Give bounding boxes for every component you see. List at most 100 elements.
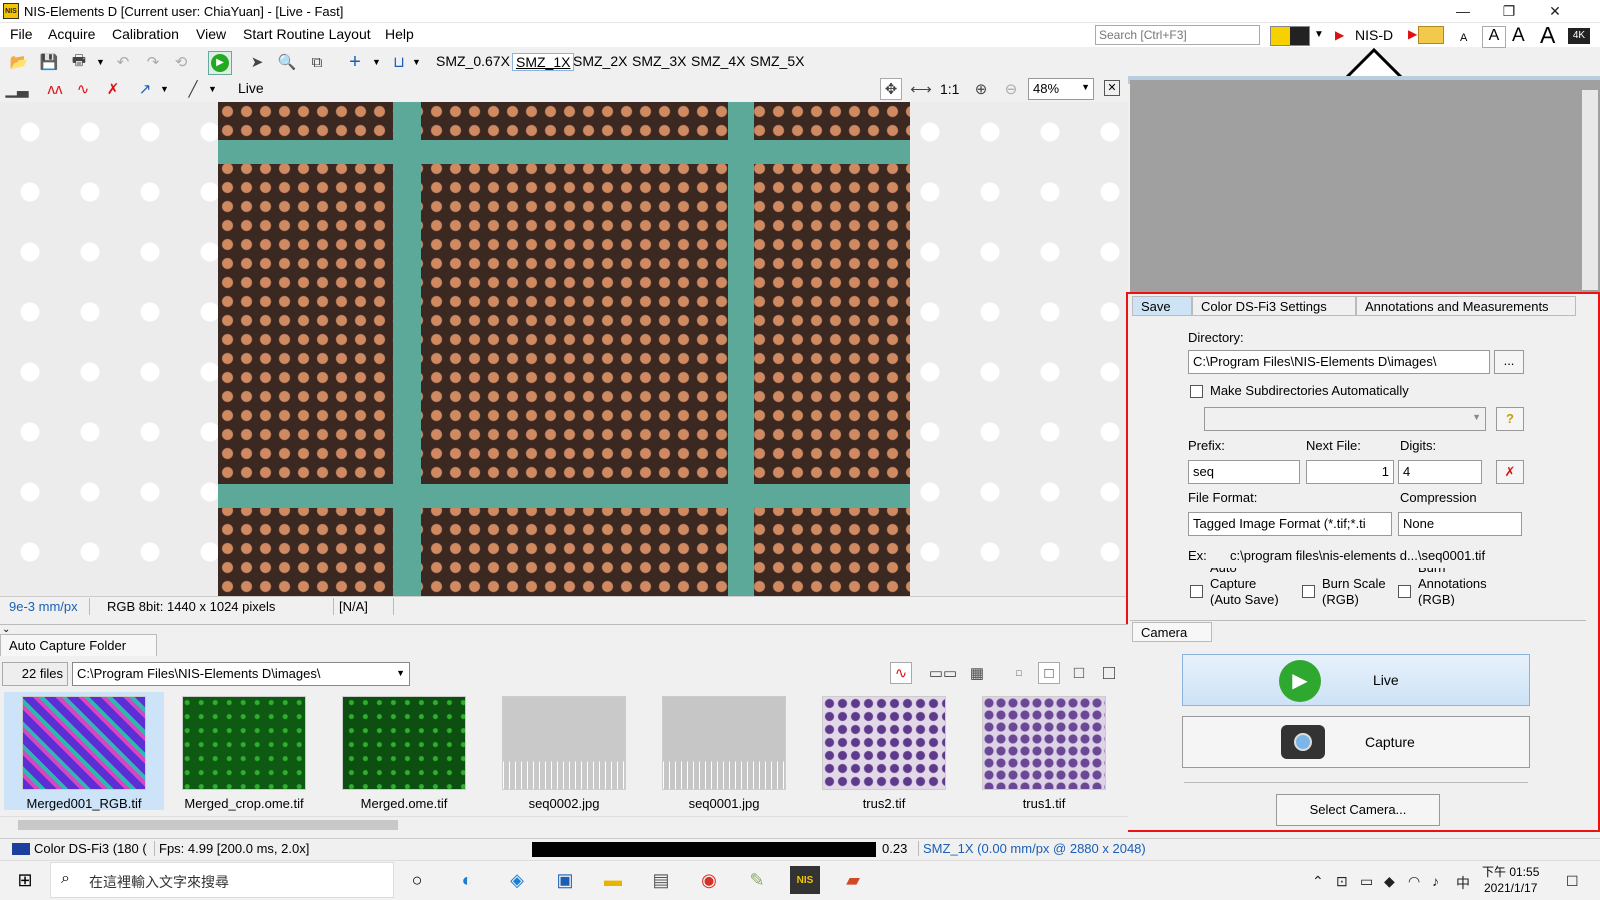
font-size-smallest[interactable]: A [1460,32,1467,44]
theme-toggle-icon[interactable] [1270,26,1310,46]
calibration-status[interactable]: 9e-3 mm/px [4,598,90,615]
objective-status[interactable]: SMZ_1X (0.00 mm/px @ 2880 x 2048) [918,841,1146,856]
camera-status[interactable]: Color DS-Fi3 (180 ( [34,841,150,856]
print-icon[interactable]: 🖶 [68,51,90,73]
close-viewer-icon[interactable]: ✕ [1104,80,1120,96]
menu-acquire[interactable]: Acquire [48,26,95,42]
notifications-icon[interactable]: ☐ [1566,873,1579,890]
window-icon[interactable]: ⧉ [306,51,328,73]
objective-smz-5x[interactable]: SMZ_5X [750,53,804,69]
live-image[interactable] [218,102,910,596]
zoom-select[interactable]: 48% ▼ [1028,78,1094,100]
thumb-size-xs-icon[interactable]: □ [1008,662,1030,684]
lut-icon[interactable]: ▁▃ [5,78,28,100]
open-icon[interactable]: 📂 [8,51,30,73]
4k-badge[interactable]: 4K [1568,28,1590,44]
one-to-one-button[interactable]: 1:1 [940,81,959,97]
gamma-dropdown-icon[interactable]: ▼ [208,84,217,94]
font-size-largest[interactable]: A [1540,22,1555,49]
thumbnail-item[interactable]: trus2.tif [804,692,964,811]
meet-now-icon[interactable]: ⊡ [1336,873,1348,890]
live-toggle-button[interactable]: ▶ [208,51,232,75]
dropbox-icon[interactable]: ◆ [1384,873,1395,890]
powerpoint-icon[interactable]: ▰ [838,866,868,894]
paint-icon[interactable]: ✎ [742,866,772,894]
thumbnail-item[interactable]: Merged_crop.ome.tif [164,692,324,811]
auto-scale-dropdown-icon[interactable]: ▼ [160,84,169,94]
undo-icon[interactable]: ↶ [112,51,134,73]
histogram-icon[interactable]: ᴧᴧ [44,78,66,100]
zoom-out-icon[interactable]: ⊖ [1000,78,1022,100]
minimize-button[interactable]: — [1440,0,1486,22]
chrome-icon[interactable]: ◉ [694,866,724,894]
scale-bar-dropdown-icon[interactable]: ▼ [412,57,421,67]
objective-smz-3x[interactable]: SMZ_3X [632,53,686,69]
auto-capture-tab[interactable]: Auto Capture Folder [0,634,157,656]
folder-icon[interactable] [1418,26,1444,44]
objective-smz-1x[interactable]: SMZ_1X [512,53,575,71]
nis-elements-taskbar-icon[interactable]: NIS [790,866,820,894]
right-dock-scrollbar[interactable] [1582,90,1598,290]
camera-status-icon [12,843,30,855]
objective-smz-0.67x[interactable]: SMZ_0.67X [436,53,510,69]
gamma-icon[interactable]: ╱ [182,78,204,100]
filmstrip-icon[interactable]: ▭▭ [929,662,957,684]
fit-to-screen-icon[interactable]: ✥ [880,78,902,100]
close-button[interactable]: ✕ [1532,0,1578,22]
crosshair-dropdown-icon[interactable]: ▼ [372,57,381,67]
theme-dropdown-icon[interactable]: ▼ [1314,29,1324,40]
wifi-icon[interactable]: ◠ [1408,873,1420,890]
thumb-size-m-icon[interactable]: □ [1068,662,1090,684]
scrollbar-thumb[interactable] [18,820,398,830]
revert-icon[interactable]: ⟲ [170,51,192,73]
save-icon[interactable]: 💾 [38,51,60,73]
objective-smz-4x[interactable]: SMZ_4X [691,53,745,69]
thumbnail-item[interactable]: Merged001_RGB.tif [4,692,164,811]
desktop-app-icon[interactable]: ▣ [550,866,580,894]
battery-icon[interactable]: ▭ [1360,873,1373,890]
folder-path-select[interactable]: C:\Program Files\NIS-Elements D\images\ … [72,662,410,686]
reset-lut-icon[interactable]: ✗ [102,78,124,100]
thumbnail-item[interactable]: seq0001.jpg [644,692,804,811]
objective-smz-2x[interactable]: SMZ_2X [573,53,627,69]
maximize-button[interactable]: ❐ [1486,0,1532,22]
menu-view[interactable]: View [196,26,226,42]
menu-calibration[interactable]: Calibration [112,26,179,42]
show-hidden-icons[interactable]: ⌃ [1312,873,1324,890]
ime-indicator[interactable]: 中 [1456,873,1470,893]
menu-file[interactable]: File [10,26,33,42]
3d-viewer-icon[interactable]: ◈ [502,866,532,894]
edge-icon[interactable]: ◐ [452,866,482,894]
windows-start-icon[interactable]: ⊞ [10,866,40,894]
file-explorer-icon[interactable]: ▬ [598,866,628,894]
menu-help[interactable]: Help [385,26,414,42]
search-input[interactable]: Search [Ctrl+F3] [1095,25,1260,45]
print-dropdown-icon[interactable]: ▼ [96,57,105,67]
menu-start-routine-layout[interactable]: Start Routine Layout [243,26,371,42]
font-size-large[interactable]: A [1512,25,1525,47]
redo-icon[interactable]: ↷ [142,51,164,73]
crosshair-icon[interactable]: + [344,51,366,73]
layout-label[interactable]: NIS-D [1355,27,1393,43]
curve-icon[interactable]: ∿ [72,78,94,100]
histogram-view-icon[interactable]: ∿ [890,662,912,684]
thumbnail-item[interactable]: seq0002.jpg [484,692,644,811]
thumbnail-item[interactable]: Merged.ome.tif [324,692,484,811]
grid-view-icon[interactable]: ▦ [966,662,988,684]
volume-icon[interactable]: ♪ [1432,873,1439,889]
auto-scale-icon[interactable]: ↗ [134,78,156,100]
thumb-size-s-icon[interactable]: □ [1038,662,1060,684]
thumbnail-scrollbar[interactable] [0,816,1128,833]
thumbnail-item[interactable]: trus1.tif [964,692,1124,811]
zoom-in-icon[interactable]: ⊕ [970,78,992,100]
fit-width-icon[interactable]: ⟷ [910,78,932,100]
pointer-icon[interactable]: ➤ [246,51,268,73]
taskbar-search-box[interactable]: ⌕ 在這裡輸入文字來搜尋 [50,862,394,898]
thumb-size-l-icon[interactable]: □ [1098,662,1120,684]
font-size-small[interactable]: A [1482,26,1506,48]
zoom-tool-icon[interactable]: 🔍 [276,51,298,73]
task-view-icon[interactable]: ○ [402,866,432,894]
clock[interactable]: 下午 01:55 2021/1/17 [1482,864,1539,896]
calculator-icon[interactable]: ▤ [646,866,676,894]
scale-bar-icon[interactable]: ⊔ [388,51,410,73]
